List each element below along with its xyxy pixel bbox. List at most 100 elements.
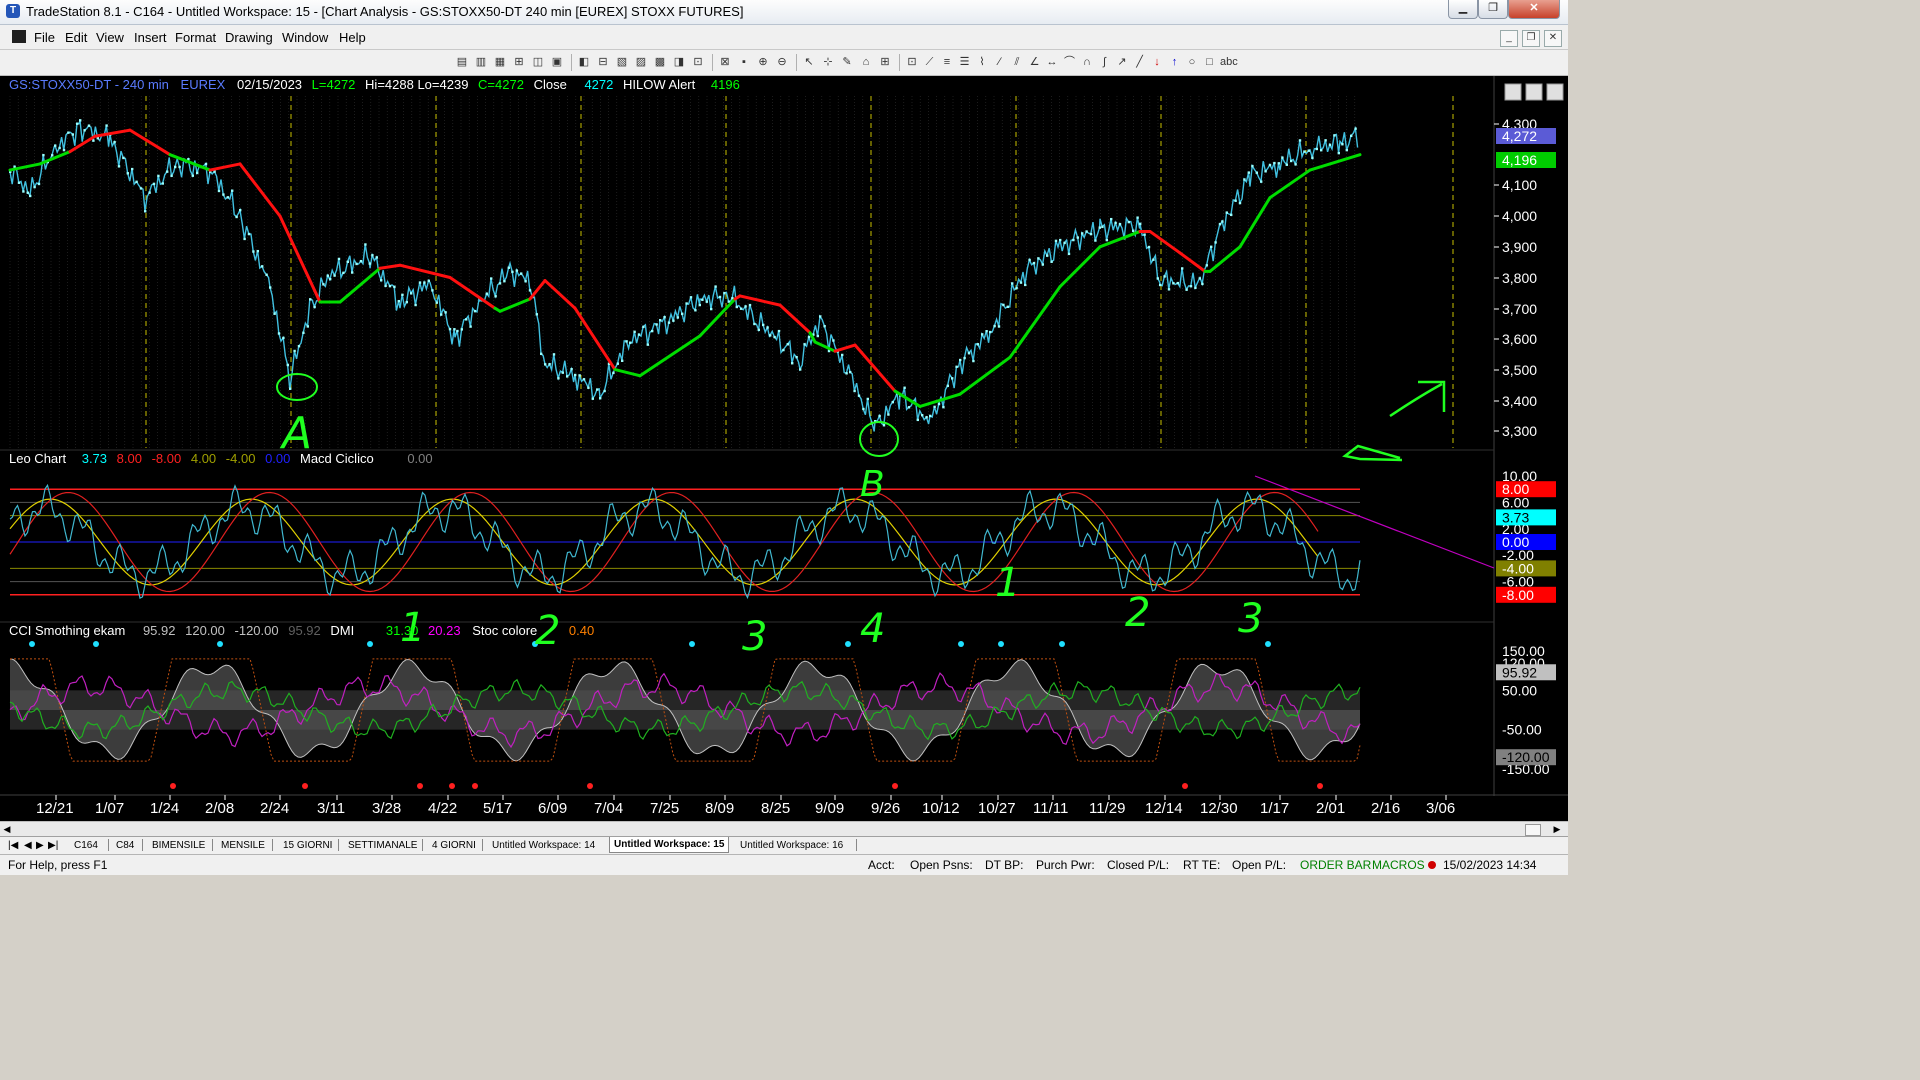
- tab-15-giorni[interactable]: 15 GIORNI: [283, 838, 332, 853]
- tab-mensile[interactable]: MENSILE: [221, 838, 265, 853]
- scroll-right-arrow-icon[interactable]: ▶: [1552, 824, 1562, 834]
- price-bar: [535, 313, 538, 316]
- menu-edit[interactable]: Edit: [65, 30, 87, 45]
- tab-c164[interactable]: C164: [74, 838, 98, 853]
- subwindow-minimize-button[interactable]: [1504, 83, 1522, 101]
- toolbar-tool-icon[interactable]: ⫽: [1010, 55, 1024, 69]
- toolbar-tool-icon[interactable]: ▥: [474, 55, 488, 69]
- connection-status-dot-icon: [1428, 861, 1436, 869]
- toolbar-tool-icon[interactable]: ⊞: [878, 55, 892, 69]
- toolbar-tool-icon[interactable]: ◧: [577, 55, 591, 69]
- price-bar: [907, 406, 911, 409]
- restore-button[interactable]: ❐: [1478, 0, 1508, 19]
- toolbar-tool-icon[interactable]: ▤: [455, 55, 469, 69]
- date-tick-label: 2/01: [1316, 800, 1345, 817]
- toolbar-tool-icon[interactable]: ⌒: [1063, 55, 1077, 69]
- toolbar-tool-icon[interactable]: □: [1203, 55, 1217, 69]
- toolbar-tool-icon[interactable]: ◫: [531, 55, 545, 69]
- toolbar-tool-icon[interactable]: ⊡: [691, 55, 705, 69]
- toolbar-tool-icon[interactable]: ↑: [1168, 55, 1182, 69]
- close-button[interactable]: ✕: [1508, 0, 1560, 19]
- tab-nav-last-icon[interactable]: ▶|: [48, 838, 58, 853]
- price-tick-label: 3,900: [1502, 239, 1537, 255]
- chart-analysis-window[interactable]: AB1234123 GS:STOXX50-DT - 240 min EUREX …: [0, 76, 1568, 821]
- toolbar-tool-icon[interactable]: ☰: [958, 55, 972, 69]
- menu-file[interactable]: File: [34, 30, 55, 45]
- leo-chart-label: Leo Chart: [9, 451, 66, 466]
- toolbar-tool-icon[interactable]: ⟋: [923, 55, 937, 69]
- toolbar-tool-icon[interactable]: ▦: [493, 55, 507, 69]
- macros-indicator[interactable]: MACROS: [1372, 858, 1425, 872]
- mdi-close-button[interactable]: ✕: [1544, 30, 1562, 47]
- minimize-button[interactable]: ▁: [1448, 0, 1478, 19]
- scroll-left-arrow-icon[interactable]: ◀: [2, 824, 12, 834]
- toolbar-tool-icon[interactable]: ▣: [550, 55, 564, 69]
- toolbar-tool-icon[interactable]: ⌇: [975, 55, 989, 69]
- toolbar-tool-icon[interactable]: ⊠: [718, 55, 732, 69]
- price-tick-label: 3,600: [1502, 331, 1537, 347]
- price-bar: [985, 330, 988, 333]
- menu-format[interactable]: Format: [175, 30, 216, 45]
- chart-scrollbar[interactable]: ◀ ▶: [0, 821, 1568, 836]
- toolbar-tool-icon[interactable]: ↓: [1150, 55, 1164, 69]
- order-bar-indicator[interactable]: ORDER BAR: [1300, 858, 1371, 872]
- tab-bimensile[interactable]: BIMENSILE: [152, 838, 205, 853]
- toolbar-tool-icon[interactable]: ⊞: [512, 55, 526, 69]
- menu-window[interactable]: Window: [282, 30, 328, 45]
- tab-nav-prev-icon[interactable]: ◀: [24, 838, 32, 853]
- price-bar: [637, 333, 641, 336]
- toolbar-tool-icon[interactable]: ⊟: [596, 55, 610, 69]
- menu-help[interactable]: Help: [339, 30, 366, 45]
- cci-value-2: 120.00: [185, 623, 225, 638]
- toolbar-tool-icon[interactable]: ▩: [653, 55, 667, 69]
- date-tick-label: 11/11: [1033, 800, 1068, 817]
- menu-view[interactable]: View: [96, 30, 124, 45]
- price-bar: [816, 334, 819, 338]
- tab-untitled-workspace-14[interactable]: Untitled Workspace: 14: [492, 838, 595, 853]
- toolbar-separator: [796, 54, 797, 71]
- toolbar-tool-icon[interactable]: ⊖: [775, 55, 789, 69]
- toolbar-tool-icon[interactable]: ⊹: [821, 55, 835, 69]
- toolbar-tool-icon[interactable]: ○: [1185, 55, 1199, 69]
- toolbar-tool-icon[interactable]: ⌂: [859, 55, 873, 69]
- mdi-restore-button[interactable]: ❐: [1522, 30, 1540, 47]
- tab-c84[interactable]: C84: [116, 838, 134, 853]
- toolbar-tool-icon[interactable]: ∩: [1080, 55, 1094, 69]
- price-bar: [174, 165, 177, 169]
- menu-drawing[interactable]: Drawing: [225, 30, 273, 45]
- toolbar-tool-icon[interactable]: ⊕: [756, 55, 770, 69]
- tab-untitled-workspace-15[interactable]: Untitled Workspace: 15: [609, 837, 730, 853]
- mdi-minimize-button[interactable]: _: [1500, 30, 1518, 47]
- toolbar-tool-icon[interactable]: ↗: [1115, 55, 1129, 69]
- toolbar-tool-icon[interactable]: ⊡: [905, 55, 919, 69]
- tab-nav-next-icon[interactable]: ▶: [36, 838, 44, 853]
- toolbar-tool-icon[interactable]: ∕: [993, 55, 1007, 69]
- toolbar-tool-icon[interactable]: ↖: [802, 55, 816, 69]
- chart-window-icon[interactable]: [12, 30, 26, 43]
- toolbar-tool-icon[interactable]: ◨: [672, 55, 686, 69]
- chart-canvas[interactable]: AB1 2 3 412 3 GS:STOXX50-DT - 240 min EUREX …: [0, 76, 1568, 821]
- scroll-thumb[interactable]: [1525, 824, 1541, 836]
- subwindow-close-button[interactable]: [1546, 83, 1564, 101]
- toolbar-tool-icon[interactable]: ≡: [940, 55, 954, 69]
- window-title: TradeStation 8.1 - C164 - Untitled Works…: [26, 4, 744, 19]
- toolbar-tool-icon[interactable]: ▨: [634, 55, 648, 69]
- toolbar-tool-icon[interactable]: abc: [1220, 55, 1238, 69]
- tab-settimanale[interactable]: SETTIMANALE: [348, 838, 417, 853]
- tab-4-giorni[interactable]: 4 GIORNI: [432, 838, 476, 853]
- price-bar: [853, 389, 856, 393]
- price-bar: [152, 182, 156, 186]
- toolbar-tool-icon[interactable]: ∫: [1098, 55, 1112, 69]
- toolbar-tool-icon[interactable]: ╱: [1133, 55, 1147, 69]
- toolbar-tool-icon[interactable]: ▧: [615, 55, 629, 69]
- toolbar-tool-icon[interactable]: ↔: [1045, 55, 1059, 69]
- price-bar: [596, 388, 599, 391]
- subwindow-restore-button[interactable]: [1525, 83, 1543, 101]
- tab-nav-first-icon[interactable]: |◀: [8, 838, 18, 853]
- toolbar-tool-icon[interactable]: ✎: [840, 55, 854, 69]
- toolbar-tool-icon[interactable]: ∠: [1028, 55, 1042, 69]
- menu-insert[interactable]: Insert: [134, 30, 167, 45]
- price-bar: [629, 341, 632, 344]
- tab-untitled-workspace-16[interactable]: Untitled Workspace: 16: [740, 838, 843, 853]
- toolbar-tool-icon[interactable]: ▪: [737, 55, 751, 69]
